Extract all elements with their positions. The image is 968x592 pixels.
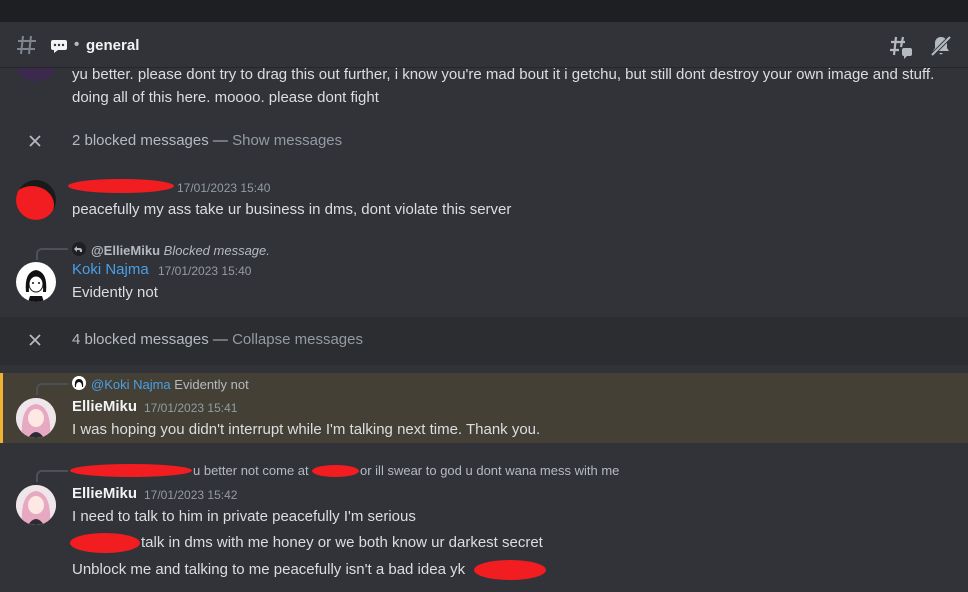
avatar[interactable] xyxy=(16,68,56,82)
blocked-messages-bar[interactable]: 4 blocked messages — Collapse messages xyxy=(0,317,968,365)
reply-username: @Koki Najma xyxy=(91,377,171,392)
avatar[interactable] xyxy=(16,180,56,220)
avatar[interactable] xyxy=(16,262,56,302)
close-icon[interactable] xyxy=(28,134,42,153)
reply-username-redaction xyxy=(70,464,192,477)
message-timestamp: 17/01/2023 15:41 xyxy=(144,401,238,415)
message-username[interactable]: EllieMiku xyxy=(72,485,137,502)
mention-redaction xyxy=(70,533,140,553)
channel-hash-icon xyxy=(16,34,38,61)
blocked-messages-bar[interactable]: 2 blocked messages — Show messages xyxy=(0,118,968,166)
message-text: talk in dms with me honey or we both kno… xyxy=(141,534,543,551)
message-text: I need to talk to him in private peacefu… xyxy=(72,508,416,525)
reply-username: @EllieMiku xyxy=(91,243,161,258)
avatar[interactable] xyxy=(16,485,56,525)
reply-spine xyxy=(36,248,68,260)
threads-icon[interactable] xyxy=(889,35,913,64)
blocked-messages-text: 2 blocked messages — Show messages xyxy=(72,132,342,149)
blocked-separator: — xyxy=(208,331,233,348)
message-username[interactable]: EllieMiku xyxy=(72,398,137,415)
reply-spine xyxy=(36,383,68,395)
username-redaction xyxy=(68,179,174,193)
reply-arrow-icon xyxy=(72,242,86,261)
message-timestamp: 17/01/2023 15:40 xyxy=(177,181,271,195)
channel-header: • general xyxy=(0,22,968,68)
reply-preview[interactable]: @Koki Najma Evidently not xyxy=(91,377,249,392)
message-username[interactable]: Koki Najma xyxy=(72,261,149,278)
avatar-redaction xyxy=(16,186,54,220)
message-text: peacefully my ass take ur business in dm… xyxy=(72,201,512,218)
reply-text[interactable]: u better not come at xyxy=(193,463,309,478)
blocked-messages-text: 4 blocked messages — Collapse messages xyxy=(72,331,363,348)
message-text: I was hoping you didn't interrupt while … xyxy=(72,421,541,438)
mention-redaction xyxy=(474,560,546,580)
blocked-separator: — xyxy=(208,132,233,149)
message-text: yu better. please dont try to drag this … xyxy=(72,68,935,83)
close-icon[interactable] xyxy=(28,333,42,352)
message-list: yu better. please dont try to drag this … xyxy=(0,68,968,592)
window-top-strip xyxy=(0,0,968,22)
blocked-count: 2 blocked messages xyxy=(72,132,209,149)
avatar[interactable] xyxy=(16,398,56,438)
message-timestamp: 17/01/2023 15:40 xyxy=(158,264,252,278)
reply-avatar-icon xyxy=(72,376,86,395)
reply-text[interactable]: or ill swear to god u dont wana mess wit… xyxy=(360,463,619,478)
message-text: doing all of this here. moooo. please do… xyxy=(72,89,379,106)
collapse-messages-link[interactable]: Collapse messages xyxy=(232,331,363,348)
show-messages-link[interactable]: Show messages xyxy=(232,132,342,149)
reply-text: Evidently not xyxy=(174,377,249,392)
notification-mute-icon[interactable] xyxy=(929,34,953,63)
message-text: Evidently not xyxy=(72,284,158,301)
reply-redaction xyxy=(312,465,359,477)
reply-text: Blocked message. xyxy=(163,243,270,258)
chat-bubble-icon xyxy=(50,39,68,58)
message-text: Unblock me and talking to me peacefully … xyxy=(72,561,466,578)
reply-spine xyxy=(36,470,68,482)
message-timestamp: 17/01/2023 15:42 xyxy=(144,488,238,502)
channel-name[interactable]: general xyxy=(86,37,139,54)
blocked-count: 4 blocked messages xyxy=(72,331,209,348)
reply-preview[interactable]: @EllieMiku Blocked message. xyxy=(91,243,270,258)
channel-separator-dot: • xyxy=(74,36,80,53)
